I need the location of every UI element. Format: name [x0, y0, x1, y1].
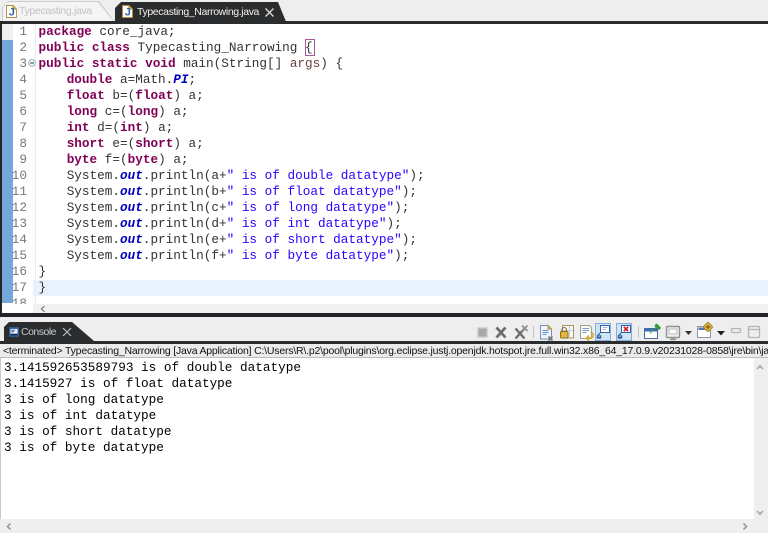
svg-text:J: J — [124, 6, 130, 17]
svg-text:J: J — [8, 6, 14, 17]
